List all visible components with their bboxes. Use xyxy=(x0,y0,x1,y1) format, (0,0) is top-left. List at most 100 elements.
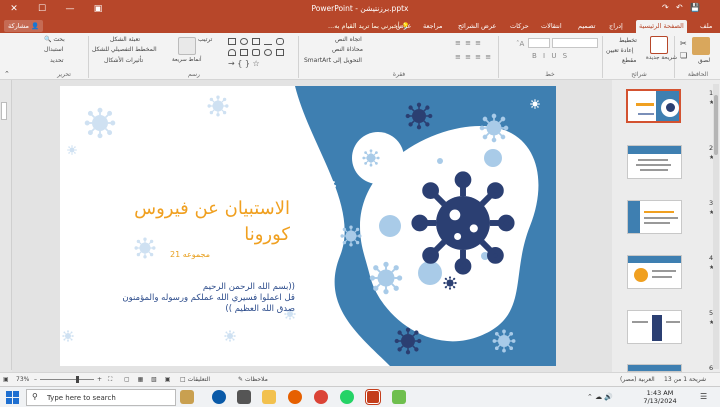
paste-icon[interactable] xyxy=(692,37,710,55)
new-slide-button[interactable]: شريحة جديدة xyxy=(646,55,677,61)
slide-counter: شريحة 1 من 13 xyxy=(664,376,707,383)
callout-shape-icon[interactable] xyxy=(276,38,284,45)
arc-shape-icon[interactable] xyxy=(228,49,236,56)
divider xyxy=(88,36,89,78)
taskbar-search-input[interactable]: ⚲ Type here to search xyxy=(26,389,176,406)
thumbnail-slide-4[interactable] xyxy=(627,255,682,289)
slide-subtitle[interactable]: مجموعه 21 xyxy=(150,250,210,259)
edge-icon[interactable] xyxy=(212,390,226,404)
current-slide[interactable]: الاستبيان عن فيروس كورونا مجموعه 21 ((بس… xyxy=(60,86,556,366)
convert-smartart-button[interactable]: التحويل إلى SmartArt xyxy=(304,57,362,64)
thumbnail-art xyxy=(640,169,668,171)
tab-view[interactable]: عرض xyxy=(393,20,414,33)
thumbnail-scrollbar-thumb[interactable] xyxy=(714,95,718,155)
font-format-icons[interactable]: B I U S xyxy=(532,52,569,60)
view-buttons[interactable]: ▢ ▦ ▧ ▣ xyxy=(124,376,173,383)
grow-font-icon[interactable]: Aˆ xyxy=(516,40,524,48)
slide-title[interactable]: الاستبيان عن فيروس كورونا xyxy=(80,196,290,248)
rectangle-shape-icon[interactable] xyxy=(228,38,236,45)
oval-shape-icon[interactable] xyxy=(240,38,248,45)
arrange-button[interactable]: ترتيب xyxy=(198,36,212,43)
tab-transitions[interactable]: انتقالات xyxy=(538,20,565,33)
fit-window-icon[interactable]: ▣ xyxy=(3,376,9,383)
zoom-slider-thumb[interactable] xyxy=(76,376,79,383)
shape-outline-button[interactable]: المخطط التفصيلي للشكل xyxy=(92,46,157,53)
reset-button[interactable]: إعادة تعيين xyxy=(606,47,634,54)
tab-slideshow[interactable]: عرض الشرائح xyxy=(455,20,499,33)
align-text-button[interactable]: محاذاة النص xyxy=(332,46,363,53)
tab-insert[interactable]: إدراج xyxy=(606,20,626,33)
paste-label: لصق xyxy=(698,57,711,64)
slide-body-text[interactable]: ((بسم الله الرحمن الرحيم قل اعملوا فسيري… xyxy=(70,282,295,315)
thumbnail-slide-3[interactable] xyxy=(627,200,682,234)
thumbnail-slide-1[interactable] xyxy=(626,89,681,123)
section-button[interactable]: مقطع xyxy=(622,57,636,64)
square-shape-icon[interactable] xyxy=(240,49,248,56)
chrome-icon[interactable] xyxy=(314,390,328,404)
notifications-icon[interactable]: ☰ xyxy=(700,392,707,401)
quick-styles-button[interactable]: أنماط سريعة xyxy=(172,57,202,63)
collapse-ribbon-icon[interactable]: ⌃ xyxy=(4,70,10,78)
firefox-icon[interactable] xyxy=(288,390,302,404)
zoom-in-icon[interactable]: + xyxy=(97,376,102,383)
font-group-label: خط xyxy=(545,71,555,78)
notes-icon: ✎ xyxy=(238,376,244,383)
font-size-input[interactable] xyxy=(528,38,550,48)
cut-icon[interactable]: ✂ xyxy=(680,39,687,48)
file-explorer-icon[interactable] xyxy=(262,390,276,404)
app-taskbar-icon[interactable] xyxy=(392,390,406,404)
thumbnail-slide-2[interactable] xyxy=(627,145,682,179)
tab-review[interactable]: مراجعة xyxy=(420,20,446,33)
thumbnail-art xyxy=(652,276,672,278)
clock[interactable]: 1:43 AM 7/13/2024 xyxy=(640,389,680,405)
thumbnail-art xyxy=(638,159,668,161)
tab-file[interactable]: ملف xyxy=(697,20,715,33)
shape-effects-button[interactable]: تأثيرات الأشكال xyxy=(104,57,143,64)
zoom-slider[interactable] xyxy=(40,379,94,380)
replace-button[interactable]: استبدال xyxy=(44,46,64,53)
notes-button: ✎ ملاحظات xyxy=(238,376,268,383)
maximize-window-icon[interactable]: ☐ xyxy=(28,0,56,19)
zoom-out-icon[interactable]: – xyxy=(34,376,37,383)
star-shape-icon[interactable]: ☆ { } → xyxy=(228,59,260,68)
tab-design[interactable]: تصميم xyxy=(575,20,599,33)
font-name-input[interactable] xyxy=(552,38,598,48)
windows-start-icon[interactable] xyxy=(6,391,19,404)
ribbon-display-options-icon[interactable]: ▣ xyxy=(84,0,112,19)
thumbnail-art xyxy=(628,201,640,233)
thumbnail-art xyxy=(636,103,654,106)
layout-button[interactable]: تخطيط xyxy=(619,37,637,44)
language-indicator[interactable]: العربية (مصر) xyxy=(620,376,655,383)
zoom-level[interactable]: 73% xyxy=(16,376,29,383)
text-direction-button[interactable]: اتجاه النص xyxy=(335,36,362,43)
fit-slide-icon[interactable]: ⛶ xyxy=(108,376,112,384)
list-buttons[interactable]: ≡ ≡ ≡ xyxy=(455,39,482,47)
people-illustration-icon[interactable] xyxy=(180,390,194,404)
close-window-icon[interactable]: ✕ xyxy=(0,0,28,19)
system-tray-icons[interactable]: ⌃ ☁ 🔊 xyxy=(587,393,613,401)
thumbnail-slide-5[interactable] xyxy=(627,310,682,344)
copy-icon[interactable]: ❏ xyxy=(680,51,687,60)
task-view-icon[interactable] xyxy=(237,390,251,404)
whatsapp-icon[interactable] xyxy=(340,390,354,404)
box-shape-icon[interactable] xyxy=(276,49,284,56)
frame-shape-icon[interactable] xyxy=(252,49,260,56)
drawing-group-label: رسم xyxy=(188,71,200,78)
select-button[interactable]: تحديد xyxy=(50,57,64,64)
line-shape-icon[interactable] xyxy=(264,38,272,45)
windows-taskbar: ⚲ Type here to search ⌃ ☁ 🔊 1:43 AM 7/13… xyxy=(0,386,720,407)
tab-home[interactable]: الصفحة الرئيسية xyxy=(636,20,687,33)
shape-fill-button[interactable]: تعبئة الشكل xyxy=(110,36,140,43)
ribbon: لصق ✂ ❏ الحافظة شريحة جديدة تخطيط إعادة … xyxy=(0,33,720,80)
minimize-window-icon[interactable]: — xyxy=(56,0,84,19)
circle-shape-icon[interactable] xyxy=(264,49,272,56)
new-slide-icon[interactable] xyxy=(650,36,668,54)
align-buttons[interactable]: ≡ ≡ ≡ ≡ xyxy=(455,53,492,61)
quick-styles-icon[interactable] xyxy=(178,37,196,55)
tab-animations[interactable]: حركات xyxy=(507,20,532,33)
share-button[interactable]: مشاركة 👤 xyxy=(4,20,44,32)
find-label: بحث xyxy=(53,36,65,43)
rounded-rect-shape-icon[interactable] xyxy=(252,38,260,45)
thumbnail-slide-6[interactable] xyxy=(627,364,682,372)
powerpoint-taskbar-icon[interactable] xyxy=(365,389,381,405)
